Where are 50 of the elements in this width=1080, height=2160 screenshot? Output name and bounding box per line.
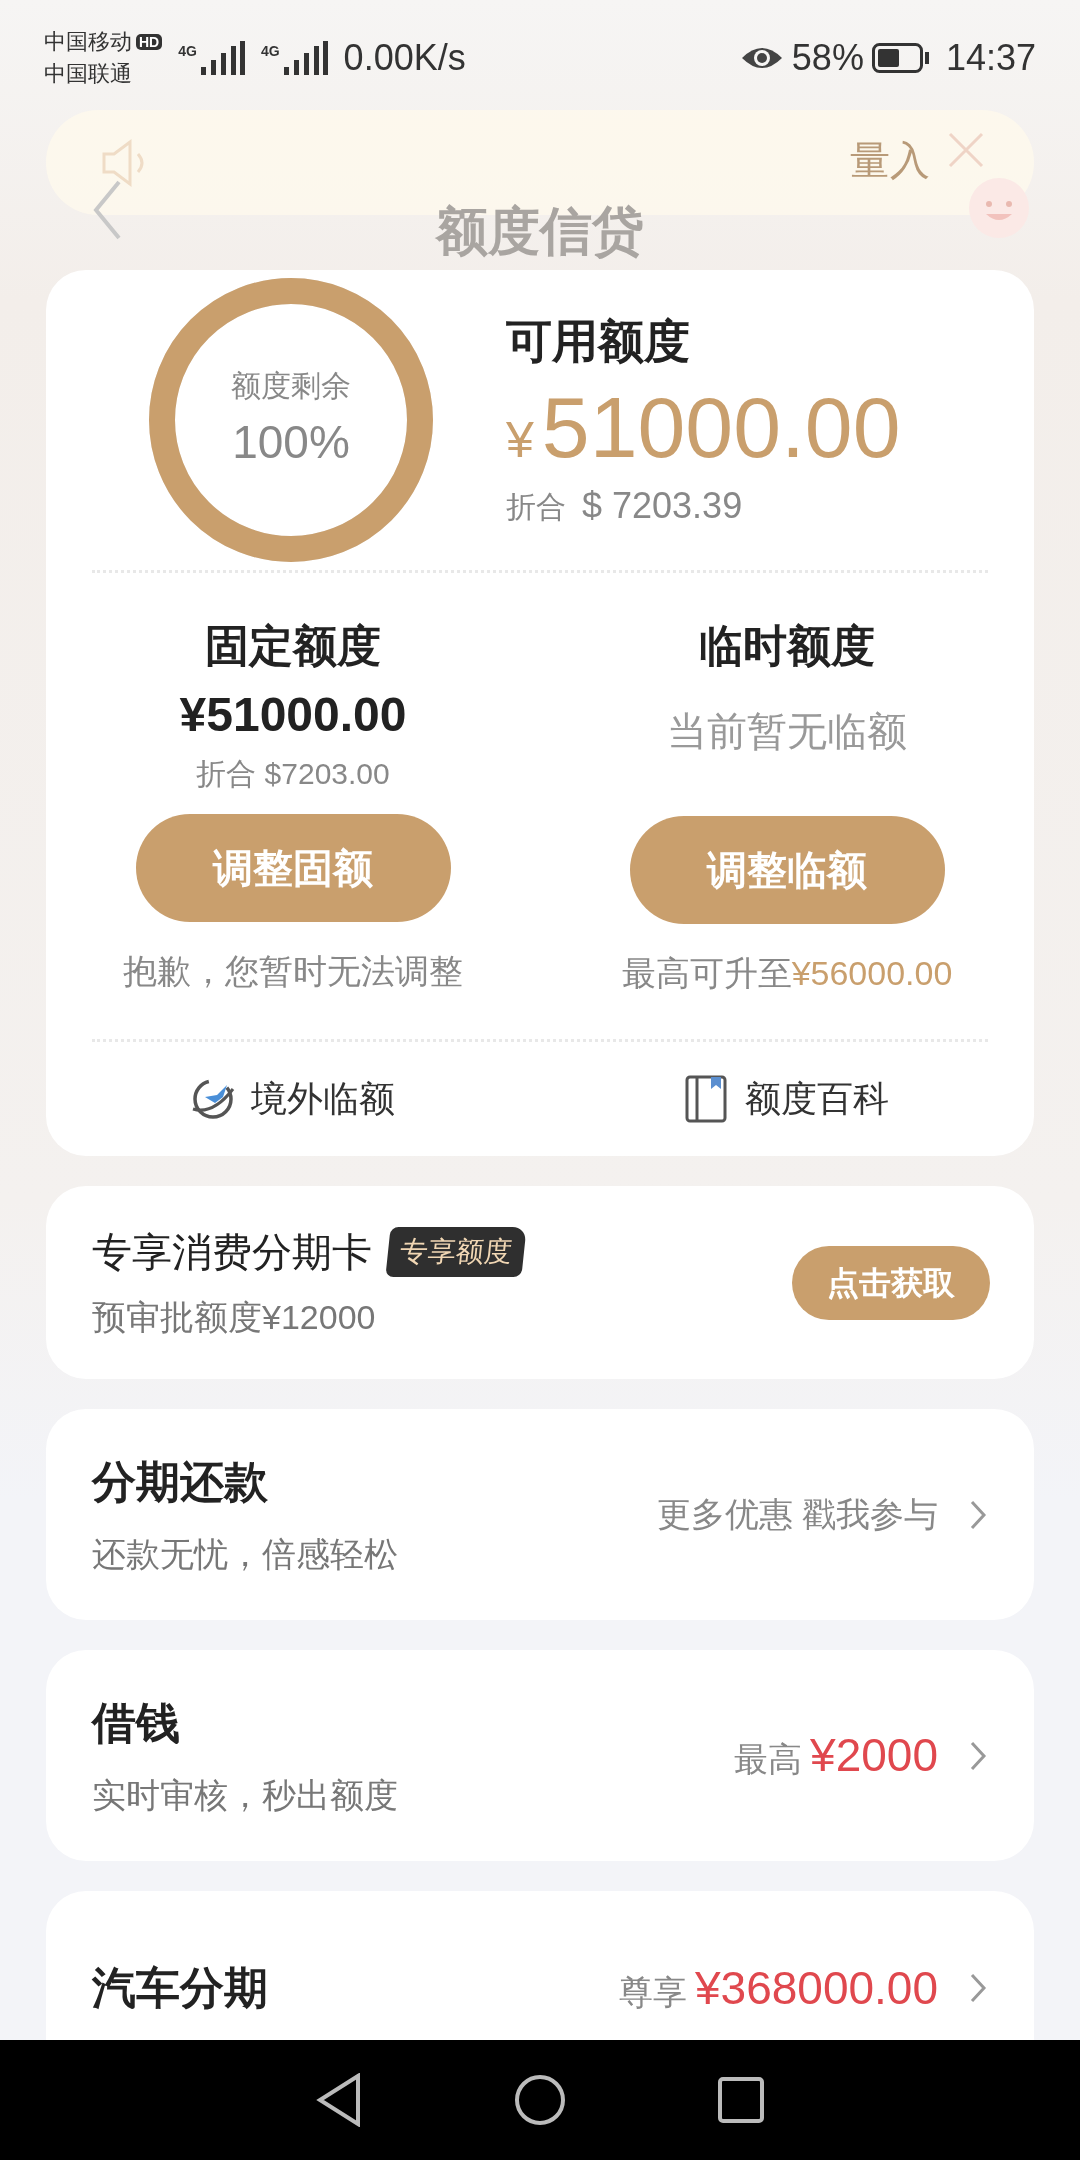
chevron-icon: [968, 1971, 988, 2005]
ring-label: 额度剩余: [231, 368, 351, 404]
carrier-name: 中国移动: [44, 29, 132, 54]
hd-badge: HD: [136, 34, 163, 50]
empty-limit-text: 当前暂无临额: [667, 708, 907, 755]
service-title: 借钱: [92, 1697, 181, 1749]
back-icon[interactable]: [316, 2073, 362, 2127]
converted-amount: 折合 $7203.00: [196, 756, 390, 792]
promo-subtitle: 预审批额度¥12000: [92, 1297, 377, 1338]
battery-icon: [871, 43, 930, 73]
book-icon: [685, 1075, 729, 1123]
service-card[interactable]: 分期还款 还款无忧，倍感轻松 更多优惠 戳我参与: [46, 1409, 1034, 1620]
service-amount: ¥2000: [810, 1728, 938, 1783]
service-title: 分期还款: [92, 1456, 269, 1508]
recents-icon[interactable]: [718, 2077, 764, 2123]
service-subtitle: 还款无忧，倍感轻松: [92, 1534, 399, 1575]
carrier-name: 中国联通: [44, 60, 133, 88]
converted-label: 折合: [506, 488, 566, 525]
limit-note: 最高可升至¥56000.00: [621, 953, 953, 994]
clock: 14:37: [945, 36, 1036, 80]
network-type: 4G: [178, 42, 197, 61]
network-speed: 0.00K/s: [343, 36, 466, 80]
notice-text: 量入: [850, 137, 930, 184]
page-title: 额度信贷: [434, 201, 645, 262]
promo-title: 专享消费分期卡: [92, 1229, 372, 1276]
limit-title: 固定额度: [205, 620, 381, 672]
service-hint: 尊享: [618, 1971, 687, 2013]
limit-amount: ¥51000.00: [179, 687, 407, 743]
signal-icon: [283, 41, 328, 75]
limit-title: 临时额度: [699, 620, 875, 672]
currency-symbol: ¥: [506, 410, 534, 470]
network-type: 4G: [260, 42, 280, 61]
available-label: 可用额度: [506, 313, 691, 369]
link-label[interactable]: 境外临额: [251, 1072, 395, 1126]
service-title: 汽车分期: [92, 1962, 269, 2014]
service-card[interactable]: 汽车分期 尊享 ¥368000.00: [46, 1891, 1034, 2040]
service-hint: 更多优惠 戳我参与: [656, 1494, 938, 1535]
battery-percent: 58%: [791, 36, 864, 80]
promo-tag: 专享额度: [385, 1227, 527, 1277]
service-amount: ¥368000.00: [694, 1960, 938, 2016]
link-label[interactable]: 额度百科: [745, 1072, 889, 1126]
converted-amount: $ 7203.39: [582, 484, 743, 529]
signal-icon: [200, 41, 245, 75]
home-icon[interactable]: [514, 2074, 566, 2126]
service-subtitle: 实时审核，秒出额度: [92, 1775, 399, 1816]
limit-note: 抱歉，您暂时无法调整: [123, 951, 463, 992]
ring-percent: 100%: [232, 415, 350, 470]
service-hint: 最高: [734, 1739, 803, 1780]
available-amount: 51000.00: [541, 377, 901, 477]
service-card[interactable]: 借钱 实时审核，秒出额度 最高 ¥2000: [46, 1650, 1034, 1861]
